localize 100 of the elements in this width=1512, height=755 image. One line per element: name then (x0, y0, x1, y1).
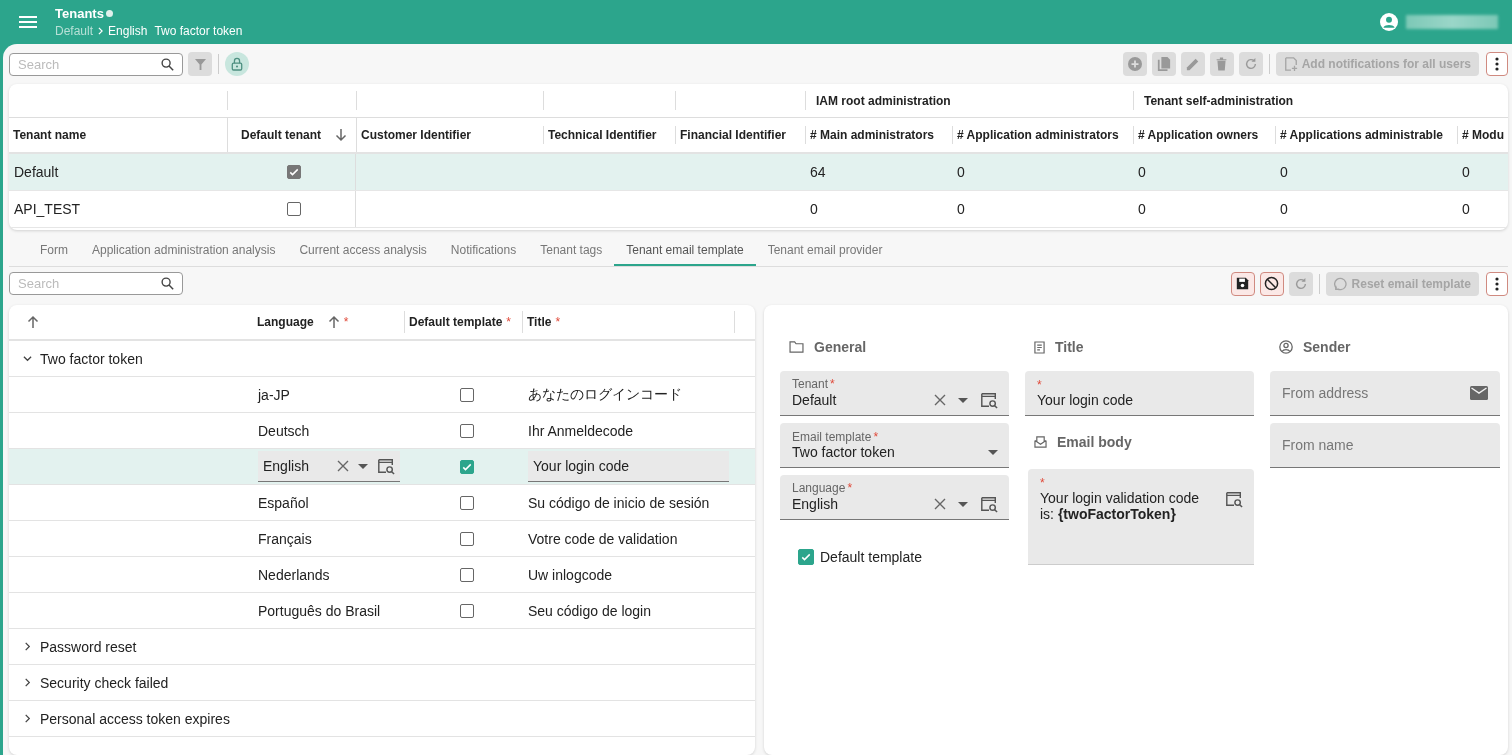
sort-down-icon[interactable] (335, 128, 347, 142)
chevron-right-icon[interactable] (23, 642, 32, 651)
default-template-checkbox[interactable] (459, 495, 474, 510)
table-row[interactable]: Español Su código de inicio de sesión (9, 485, 755, 521)
column-header[interactable]: Tenant name (13, 128, 87, 142)
table-row[interactable]: English Your login code (9, 449, 755, 485)
sort-up-icon[interactable] (27, 315, 39, 329)
chevron-right-icon (98, 27, 104, 35)
caret-icon[interactable] (358, 463, 368, 469)
clear-icon[interactable] (934, 394, 946, 406)
table-row[interactable]: Português do Brasil Seu código de login (9, 593, 755, 629)
table-cell: Ihr Anmeldecode (528, 422, 634, 439)
more-button[interactable] (1486, 271, 1508, 296)
default-tenant-checkbox[interactable] (286, 202, 301, 216)
default-template-checkbox[interactable] (459, 459, 474, 474)
table-row[interactable]: Français Votre code de validation (9, 521, 755, 557)
lock-button[interactable] (225, 52, 249, 76)
sort-up-icon[interactable] (327, 315, 340, 329)
column-header[interactable]: Language (257, 315, 314, 329)
cancel-button[interactable] (1259, 271, 1284, 296)
title-input[interactable]: Your login code (528, 451, 729, 482)
section-heading: General (814, 339, 867, 355)
column-header[interactable]: Title (527, 315, 552, 329)
lookup-icon[interactable] (1225, 490, 1243, 508)
column-header[interactable]: Default tenant (241, 128, 321, 142)
required-mark: * (873, 430, 879, 444)
search-field[interactable]: Search (9, 52, 183, 76)
default-template-checkbox[interactable] (459, 567, 474, 582)
default-tenant-checkbox[interactable] (286, 165, 301, 179)
email-body-field[interactable]: * Your login validation code is: {twoFactorToken} (1028, 469, 1254, 565)
column-header[interactable]: Technical Identifier (548, 128, 657, 142)
table-row[interactable]: ja-JP あなたのログインコード (9, 377, 755, 413)
default-template-checkbox[interactable] (459, 531, 474, 546)
field-value: Your login validation code is: {twoFactorToken} (1040, 490, 1201, 522)
table-cell: 0 (810, 201, 818, 217)
refresh-icon (1293, 276, 1308, 291)
plus-circle-icon (1127, 57, 1142, 71)
column-header[interactable]: # Application administrators (957, 128, 1119, 142)
group-label: Password reset (40, 638, 137, 655)
tab[interactable]: Notifications (438, 236, 529, 266)
tab[interactable]: Tenant email provider (755, 236, 895, 266)
tab[interactable]: Form (28, 236, 80, 266)
table-row[interactable]: Nederlands Uw inlogcode (9, 557, 755, 593)
default-template-checkbox[interactable] (459, 387, 474, 402)
language-select[interactable]: English (258, 451, 400, 482)
default-template-checkbox[interactable] (798, 549, 814, 565)
group-label: Two factor token (40, 350, 143, 367)
column-header[interactable]: Default template (409, 315, 503, 329)
column-header[interactable]: # Modu (1462, 128, 1504, 142)
table-cell: Seu código de login (528, 602, 651, 619)
more-icon (1495, 276, 1499, 291)
table-row[interactable]: Default 64 0 0 0 0 (9, 154, 1508, 191)
section-heading: Email body (1057, 434, 1132, 450)
tab[interactable]: Tenant tags (528, 236, 615, 266)
chevron-down-icon[interactable] (23, 354, 32, 363)
title-field[interactable]: * Your login code (1025, 371, 1254, 416)
required-mark: * (1040, 476, 1045, 490)
caret-icon[interactable] (958, 501, 968, 507)
column-header[interactable]: Financial Identifier (680, 128, 787, 142)
default-template-checkbox[interactable] (459, 423, 474, 438)
tab[interactable]: Current access analysis (287, 236, 439, 266)
search-field[interactable]: Search (9, 272, 183, 295)
group-row[interactable]: Two factor token (9, 341, 755, 377)
from-name-field[interactable]: From name (1270, 423, 1500, 468)
table-row[interactable]: API_TEST 0 0 0 0 0 (9, 191, 1508, 228)
clear-icon[interactable] (934, 498, 946, 510)
group-row[interactable]: Personal access token expires (9, 701, 755, 737)
mail-icon (1470, 386, 1488, 400)
caret-icon[interactable] (988, 449, 998, 455)
select-field[interactable]: Email template * Two factor token (780, 423, 1009, 468)
field-label: Tenant (792, 377, 829, 391)
required-mark: * (506, 315, 512, 329)
more-button[interactable] (1486, 52, 1508, 76)
group-row[interactable]: Password reset (9, 629, 755, 665)
lookup-icon[interactable] (980, 391, 998, 409)
search-icon (161, 57, 174, 71)
envelope-icon (1034, 436, 1047, 448)
save-button[interactable] (1230, 271, 1255, 296)
filter-icon (194, 58, 206, 70)
user-avatar-icon[interactable] (1380, 13, 1398, 31)
menu-icon[interactable] (19, 16, 37, 28)
chevron-right-icon[interactable] (23, 678, 32, 687)
column-header[interactable]: # Application owners (1138, 128, 1259, 142)
column-header[interactable]: # Applications administrable (1280, 128, 1443, 142)
search-icon (161, 277, 174, 290)
table-cell: Español (258, 494, 309, 511)
lookup-icon[interactable] (377, 457, 395, 475)
column-header[interactable]: Customer Identifier (361, 128, 471, 142)
tab[interactable]: Tenant email template (614, 236, 756, 266)
tab[interactable]: Application administration analysis (80, 236, 288, 266)
from-address-field[interactable]: From address (1270, 371, 1500, 416)
lookup-icon[interactable] (980, 495, 998, 513)
column-header[interactable]: # Main administrators (810, 128, 935, 142)
chevron-right-icon[interactable] (23, 714, 32, 723)
group-row[interactable]: Security check failed (9, 665, 755, 701)
clear-icon[interactable] (337, 460, 349, 472)
select-field[interactable]: Tenant * Default (780, 371, 1009, 416)
caret-icon[interactable] (958, 397, 968, 403)
default-template-checkbox[interactable] (459, 603, 474, 618)
select-field[interactable]: Language * English (780, 475, 1009, 520)
